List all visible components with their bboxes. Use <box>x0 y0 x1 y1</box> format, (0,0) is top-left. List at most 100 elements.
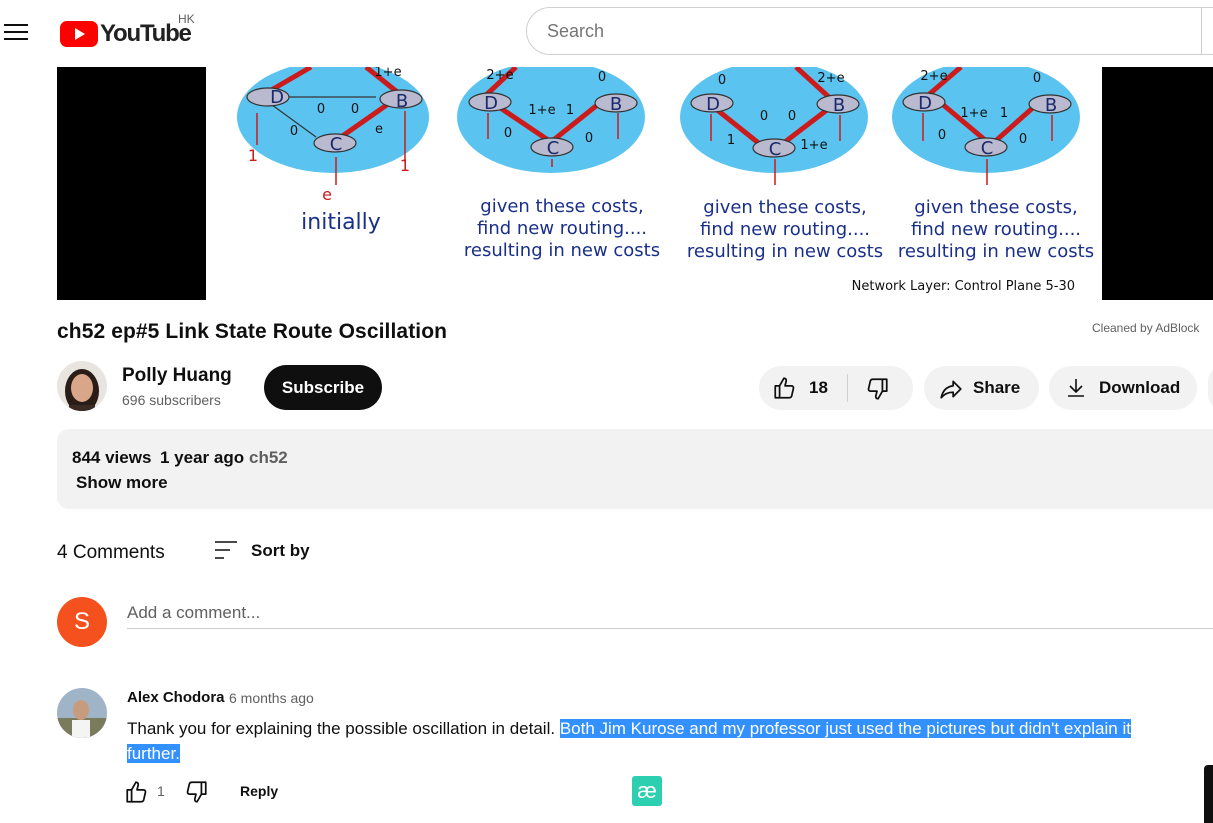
node-label: B <box>396 91 408 112</box>
node-label: B <box>1045 95 1057 116</box>
channel-name[interactable]: Polly Huang <box>122 365 232 387</box>
link-cost: 0 <box>598 70 606 85</box>
external-cost: 1 <box>400 156 410 175</box>
link-cost: 0 <box>938 128 946 143</box>
link-cost: 0 <box>504 126 512 141</box>
download-button[interactable]: Download <box>1049 366 1197 410</box>
show-more-button[interactable]: Show more <box>76 473 168 493</box>
link-cost: 0 <box>1019 132 1027 147</box>
sort-by-button[interactable]: Sort by <box>213 537 323 565</box>
link-cost: 1 <box>566 103 574 118</box>
subscribe-button[interactable]: Subscribe <box>264 365 382 410</box>
link-cost: 1 <box>727 133 735 148</box>
subscriber-count: 696 subscribers <box>122 392 221 408</box>
link-cost: 1 <box>1000 106 1008 121</box>
search-divider <box>1201 8 1202 54</box>
download-label: Download <box>1099 378 1181 397</box>
share-label: Share <box>973 378 1021 397</box>
upload-time: 1 year ago <box>160 448 245 467</box>
slide-caption-line: given these costs, <box>480 196 643 217</box>
comment-like-count: 1 <box>157 783 165 799</box>
youtube-play-icon <box>60 21 98 47</box>
thumbs-down-icon <box>867 378 888 400</box>
link-cost: 1+e <box>800 138 827 153</box>
node-label: D <box>484 93 498 114</box>
add-comment-input[interactable] <box>127 598 1213 629</box>
adblock-note: Cleaned by AdBlock <box>1092 321 1200 335</box>
thumbs-up-icon <box>774 377 795 399</box>
comment-reply-button[interactable]: Reply <box>240 783 278 799</box>
link-cost: 0 <box>788 109 796 124</box>
slide-caption-line: resulting in new costs <box>464 240 660 261</box>
link-cost: 1+e <box>528 103 555 118</box>
current-user-avatar[interactable]: S <box>57 597 107 647</box>
comment-text: Thank you for explaining the possible os… <box>127 716 1187 766</box>
node-label: D <box>270 87 284 108</box>
description-tag[interactable]: ch52 <box>249 448 288 468</box>
comment-like-button[interactable] <box>124 779 150 805</box>
region-code: HK <box>178 12 195 26</box>
slide-caption-initially: initially <box>301 210 381 235</box>
slide-caption-line: given these costs, <box>703 197 866 218</box>
video-player[interactable]: D B C D B C D B C D B C 1+e 0 0 0 e 2+e <box>57 67 1213 300</box>
description-box[interactable]: 844 views 1 year ago ch52 Show more <box>57 429 1213 509</box>
menu-icon[interactable] <box>4 22 28 42</box>
link-cost: 0 <box>351 102 359 117</box>
dislike-button[interactable] <box>848 366 913 410</box>
more-actions-button[interactable] <box>1208 366 1213 410</box>
external-cost: 1 <box>248 146 258 165</box>
comment-author-avatar[interactable] <box>57 688 107 738</box>
scrollbar-thumb[interactable] <box>1204 765 1213 823</box>
slide-caption-line: resulting in new costs <box>687 241 883 262</box>
thumbs-up-icon <box>126 781 147 803</box>
slide-caption-line: find new routing.... <box>911 219 1081 240</box>
comment-author-avatar-image <box>57 688 107 738</box>
channel-avatar[interactable] <box>57 361 107 411</box>
video-title: ch52 ep#5 Link State Route Oscillation <box>57 320 448 343</box>
comment-time[interactable]: 6 months ago <box>229 690 314 706</box>
link-cost: 0 <box>1033 71 1041 86</box>
node-label: B <box>610 94 622 115</box>
link-cost: 0 <box>718 73 726 88</box>
thumbs-down-icon <box>186 781 207 803</box>
slide-caption-line: given these costs, <box>914 197 1077 218</box>
comment-text-plain: Thank you for explaining the possible os… <box>127 719 560 738</box>
comments-count: 4 Comments <box>57 542 165 563</box>
node-label: C <box>981 138 994 159</box>
comment-dislike-button[interactable] <box>183 779 209 805</box>
link-cost: 2+e <box>817 71 844 86</box>
extension-badge-icon[interactable]: æ <box>632 776 662 806</box>
link-cost: 0 <box>760 109 768 124</box>
video-pillarbox-right <box>1102 67 1213 300</box>
video-frame-slide: D B C D B C D B C D B C 1+e 0 0 0 e 2+e <box>206 67 1102 300</box>
comment-author[interactable]: Alex Chodora <box>127 689 225 706</box>
node-label: C <box>547 138 560 159</box>
youtube-logo[interactable]: YouTube HK <box>60 12 200 50</box>
download-icon <box>1068 379 1084 397</box>
share-icon <box>940 380 962 399</box>
like-button[interactable]: 18 <box>759 366 847 410</box>
view-count: 844 views <box>72 448 152 467</box>
search-bar <box>526 7 1213 55</box>
sort-label: Sort by <box>251 541 310 560</box>
node-label: B <box>833 95 845 116</box>
link-cost: 2+e <box>486 68 513 83</box>
sort-icon <box>215 541 237 559</box>
link-cost: 1+e <box>374 67 401 80</box>
node-label: D <box>706 94 720 115</box>
external-cost: e <box>322 185 332 204</box>
link-cost: 1+e <box>960 106 987 121</box>
node-label: D <box>918 93 932 114</box>
channel-avatar-image <box>57 361 107 411</box>
link-cost: e <box>375 122 383 137</box>
slide-caption-line: resulting in new costs <box>898 241 1094 262</box>
like-dislike-group: 18 <box>759 366 913 410</box>
link-cost: 2+e <box>920 69 947 84</box>
node-label: C <box>769 139 782 160</box>
search-input[interactable] <box>527 8 1201 54</box>
share-button[interactable]: Share <box>924 366 1039 410</box>
link-cost: 0 <box>585 131 593 146</box>
slide-footer: Network Layer: Control Plane 5-30 <box>852 279 1075 294</box>
link-cost: 0 <box>290 124 298 139</box>
slide-caption-line: find new routing.... <box>477 218 647 239</box>
